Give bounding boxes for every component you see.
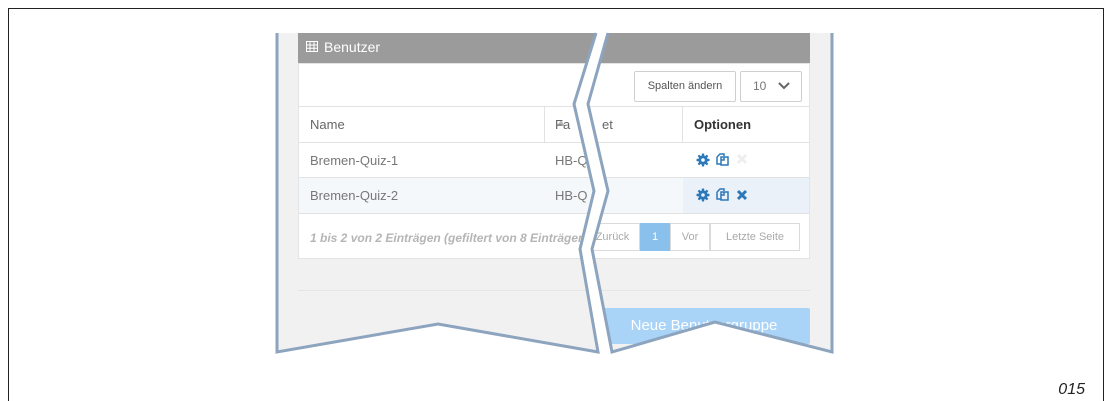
torn-edge-outline <box>275 32 834 354</box>
